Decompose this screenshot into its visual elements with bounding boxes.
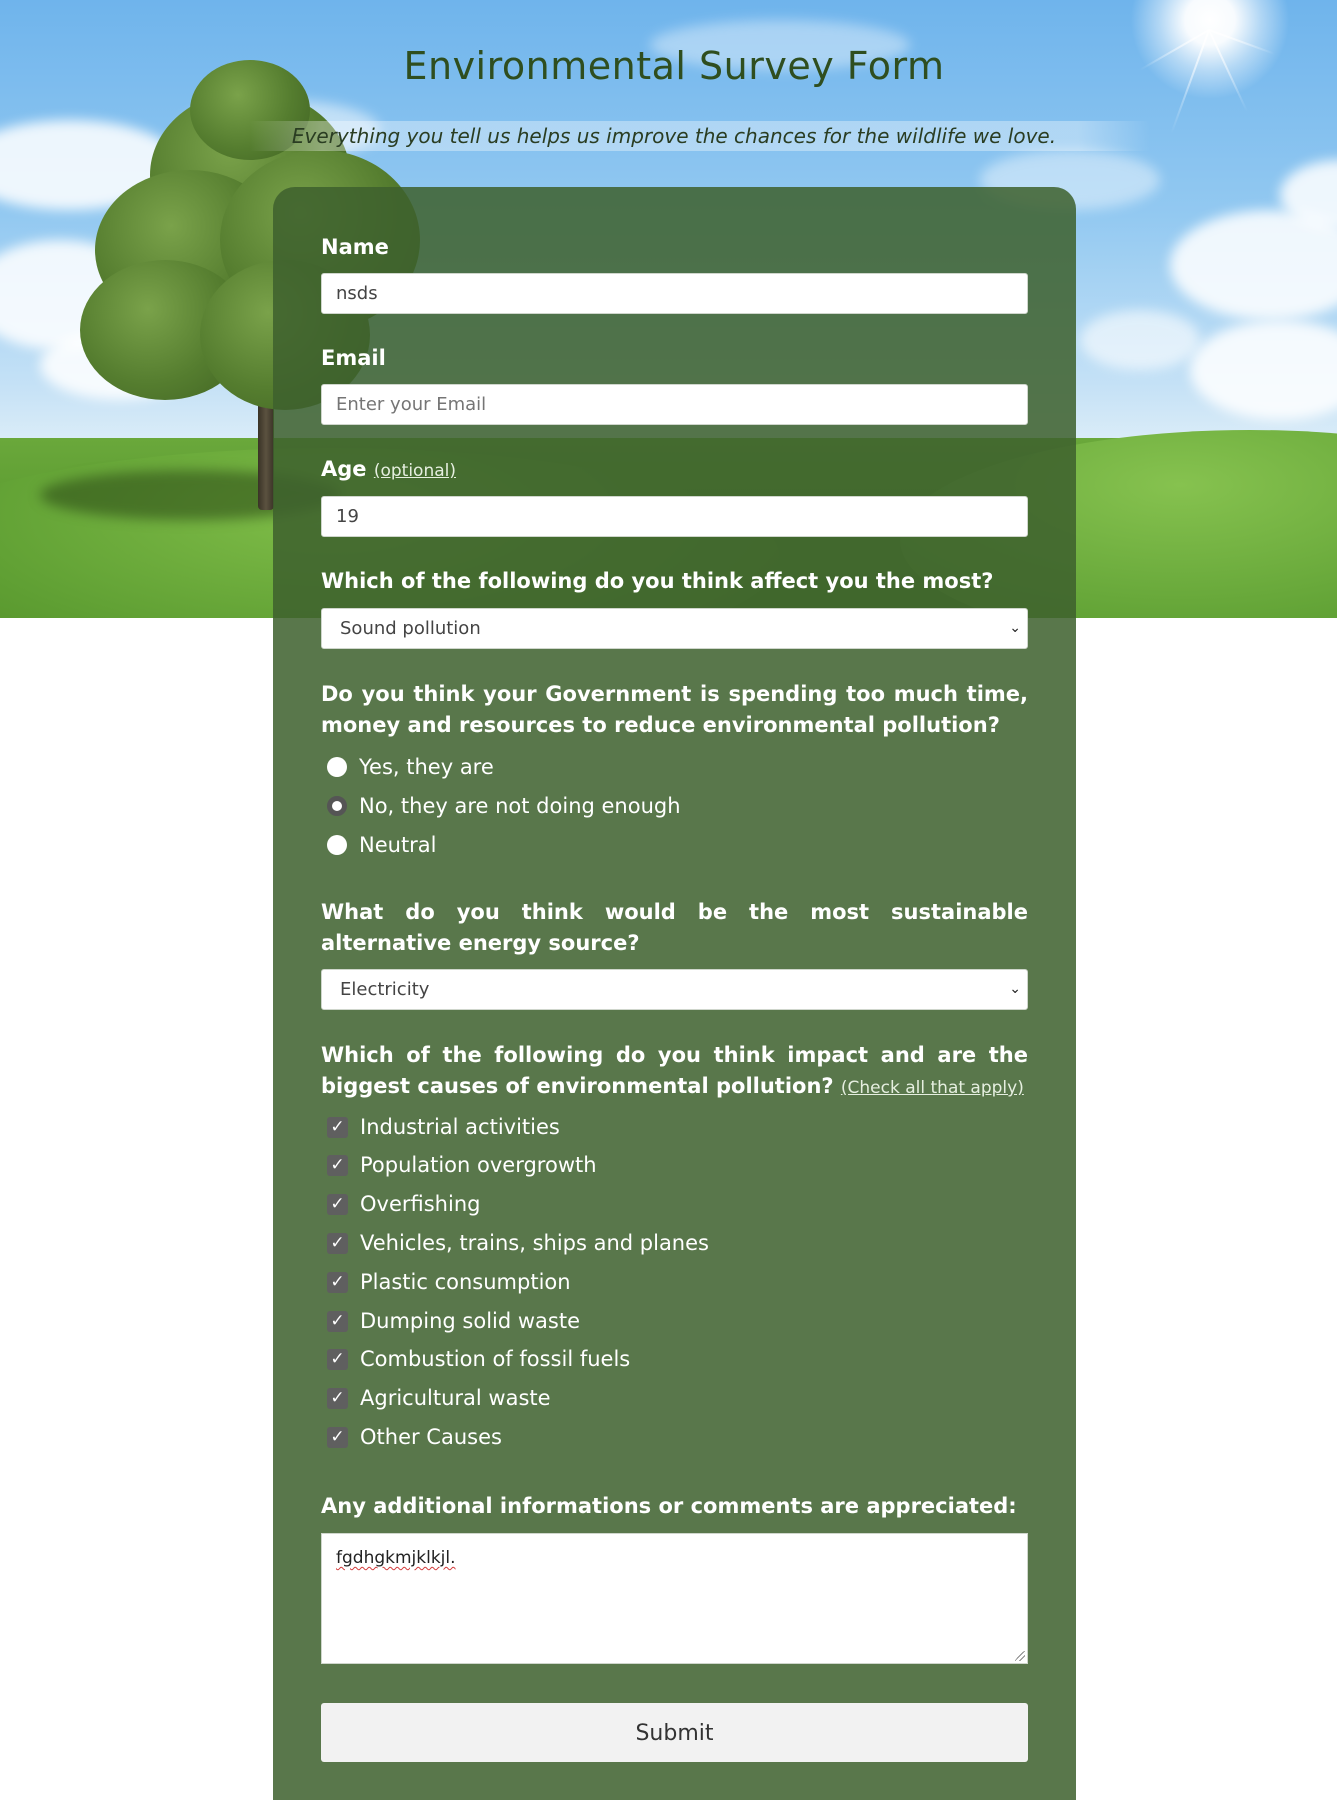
age-optional-hint: (optional): [373, 461, 457, 481]
checkbox-option[interactable]: ✓ Other Causes: [327, 1422, 502, 1452]
government-question-label: Do you think your Government is spending…: [321, 682, 1028, 737]
resize-grip-icon[interactable]: [1015, 1651, 1025, 1661]
check-icon[interactable]: ✓: [327, 1116, 348, 1138]
checkbox-label: Population overgrowth: [360, 1153, 597, 1177]
name-input[interactable]: [321, 273, 1028, 314]
check-icon[interactable]: ✓: [327, 1310, 348, 1332]
checkbox-option[interactable]: ✓ Vehicles, trains, ships and planes: [327, 1228, 709, 1258]
survey-form: Name Email Age (optional) Which of the f…: [273, 187, 1076, 1800]
age-label: Age (optional): [321, 454, 1028, 487]
page-title: Environmental Survey Form: [403, 44, 945, 88]
check-icon[interactable]: ✓: [327, 1232, 348, 1254]
chevron-down-icon: ⌄: [1009, 620, 1021, 636]
comments-textarea[interactable]: fgdhgkmjklkjl.: [321, 1533, 1028, 1664]
checkbox-label: Other Causes: [360, 1425, 502, 1449]
age-input[interactable]: [321, 496, 1028, 537]
affect-question-label: Which of the following do you think affe…: [321, 569, 994, 593]
checkbox-option[interactable]: ✓ Plastic consumption: [327, 1267, 571, 1297]
checkbox-label: Combustion of fossil fuels: [360, 1347, 631, 1371]
submit-button[interactable]: Submit: [321, 1703, 1028, 1762]
radio-option-yes[interactable]: Yes, they are: [327, 752, 494, 782]
chevron-down-icon: ⌄: [1009, 981, 1021, 997]
radio-label: Neutral: [359, 833, 437, 857]
radio-button[interactable]: [327, 757, 347, 777]
name-label: Name: [321, 235, 389, 259]
checkbox-option[interactable]: ✓ Industrial activities: [327, 1112, 560, 1142]
radio-option-no[interactable]: No, they are not doing enough: [327, 791, 681, 821]
radio-label: Yes, they are: [359, 755, 494, 779]
comments-value: fgdhgkmjklkjl.: [336, 1548, 456, 1568]
age-label-text: Age: [321, 457, 367, 481]
radio-option-neutral[interactable]: Neutral: [327, 830, 437, 860]
radio-button-selected[interactable]: [327, 796, 347, 816]
cloud: [1170, 210, 1337, 320]
checkbox-label: Dumping solid waste: [360, 1309, 581, 1333]
cloud: [1080, 310, 1200, 370]
check-icon[interactable]: ✓: [327, 1271, 348, 1293]
energy-select[interactable]: Electricity ⌄: [321, 969, 1028, 1010]
causes-question-label: Which of the following do you think impa…: [321, 1040, 1028, 1104]
affect-select[interactable]: Sound pollution ⌄: [321, 608, 1028, 649]
checkbox-option[interactable]: ✓ Population overgrowth: [327, 1150, 597, 1180]
causes-hint: (Check all that apply): [840, 1078, 1024, 1098]
cloud: [1190, 320, 1337, 420]
checkbox-label: Industrial activities: [360, 1115, 560, 1139]
checkbox-label: Vehicles, trains, ships and planes: [360, 1231, 709, 1255]
energy-question-label: What do you think would be the most sust…: [321, 900, 1028, 955]
radio-button[interactable]: [327, 835, 347, 855]
email-label: Email: [321, 346, 386, 370]
comments-label: Any additional informations or comments …: [321, 1494, 1017, 1518]
checkbox-label: Plastic consumption: [360, 1270, 571, 1294]
affect-select-value: Sound pollution: [340, 618, 481, 639]
checkbox-label: Agricultural waste: [360, 1386, 551, 1410]
radio-label: No, they are not doing enough: [359, 794, 681, 818]
check-icon[interactable]: ✓: [327, 1387, 348, 1409]
email-input[interactable]: [321, 384, 1028, 425]
checkbox-label: Overfishing: [360, 1192, 481, 1216]
check-icon[interactable]: ✓: [327, 1348, 348, 1370]
page-subtitle: Everything you tell us helps us improve …: [291, 124, 1057, 148]
energy-select-value: Electricity: [340, 979, 430, 1000]
checkbox-option[interactable]: ✓ Combustion of fossil fuels: [327, 1344, 630, 1374]
check-icon[interactable]: ✓: [327, 1426, 348, 1448]
page: Environmental Survey Form Everything you…: [0, 0, 1337, 1800]
checkbox-option[interactable]: ✓ Dumping solid waste: [327, 1306, 580, 1336]
checkbox-option[interactable]: ✓ Agricultural waste: [327, 1383, 551, 1413]
checkbox-option[interactable]: ✓ Overfishing: [327, 1189, 480, 1219]
check-icon[interactable]: ✓: [327, 1154, 348, 1176]
check-icon[interactable]: ✓: [327, 1193, 348, 1215]
